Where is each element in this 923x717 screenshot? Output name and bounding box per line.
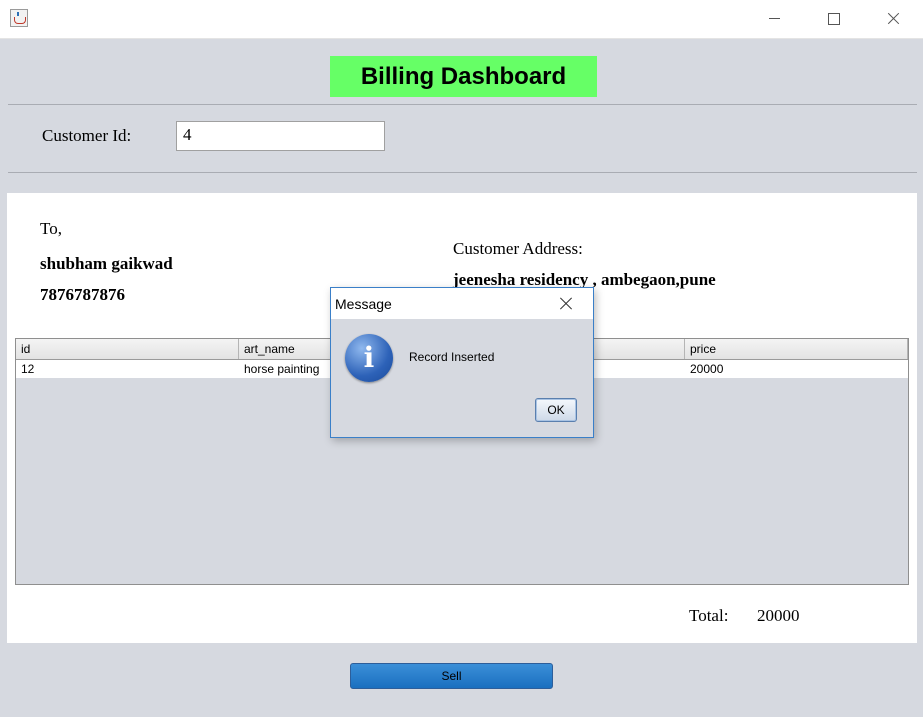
window-close-button[interactable] [864,0,922,38]
divider [8,172,917,173]
java-cup-icon [10,9,28,27]
maximize-button[interactable] [805,0,863,38]
dialog-message: Record Inserted [409,350,495,364]
cell-id: 12 [21,362,35,376]
to-label: To, [40,219,62,238]
cell-price: 20000 [690,362,724,376]
customer-phone: 7876787876 [40,285,125,304]
customer-address-label: Customer Address: [453,239,583,258]
customer-id-label: Customer Id: [42,126,132,145]
column-header-price[interactable]: price [685,339,908,359]
divider [8,104,917,105]
message-dialog: Message i Record Inserted OK [330,287,594,438]
ok-button[interactable]: OK [535,398,577,422]
column-header-id[interactable]: id [16,339,239,359]
sell-button[interactable]: Sell [350,663,553,689]
close-icon[interactable] [556,294,576,314]
minimize-button[interactable] [746,0,804,38]
total-value: 20000 [757,606,800,625]
page-title: Billing Dashboard [330,56,597,97]
title-bar [0,0,923,39]
dialog-title-bar: Message [331,288,593,319]
customer-id-input[interactable]: 4 [176,121,385,151]
dialog-title: Message [335,296,392,312]
total-label: Total: [689,606,729,625]
info-icon: i [345,334,393,382]
customer-name: shubham gaikwad [40,254,173,273]
